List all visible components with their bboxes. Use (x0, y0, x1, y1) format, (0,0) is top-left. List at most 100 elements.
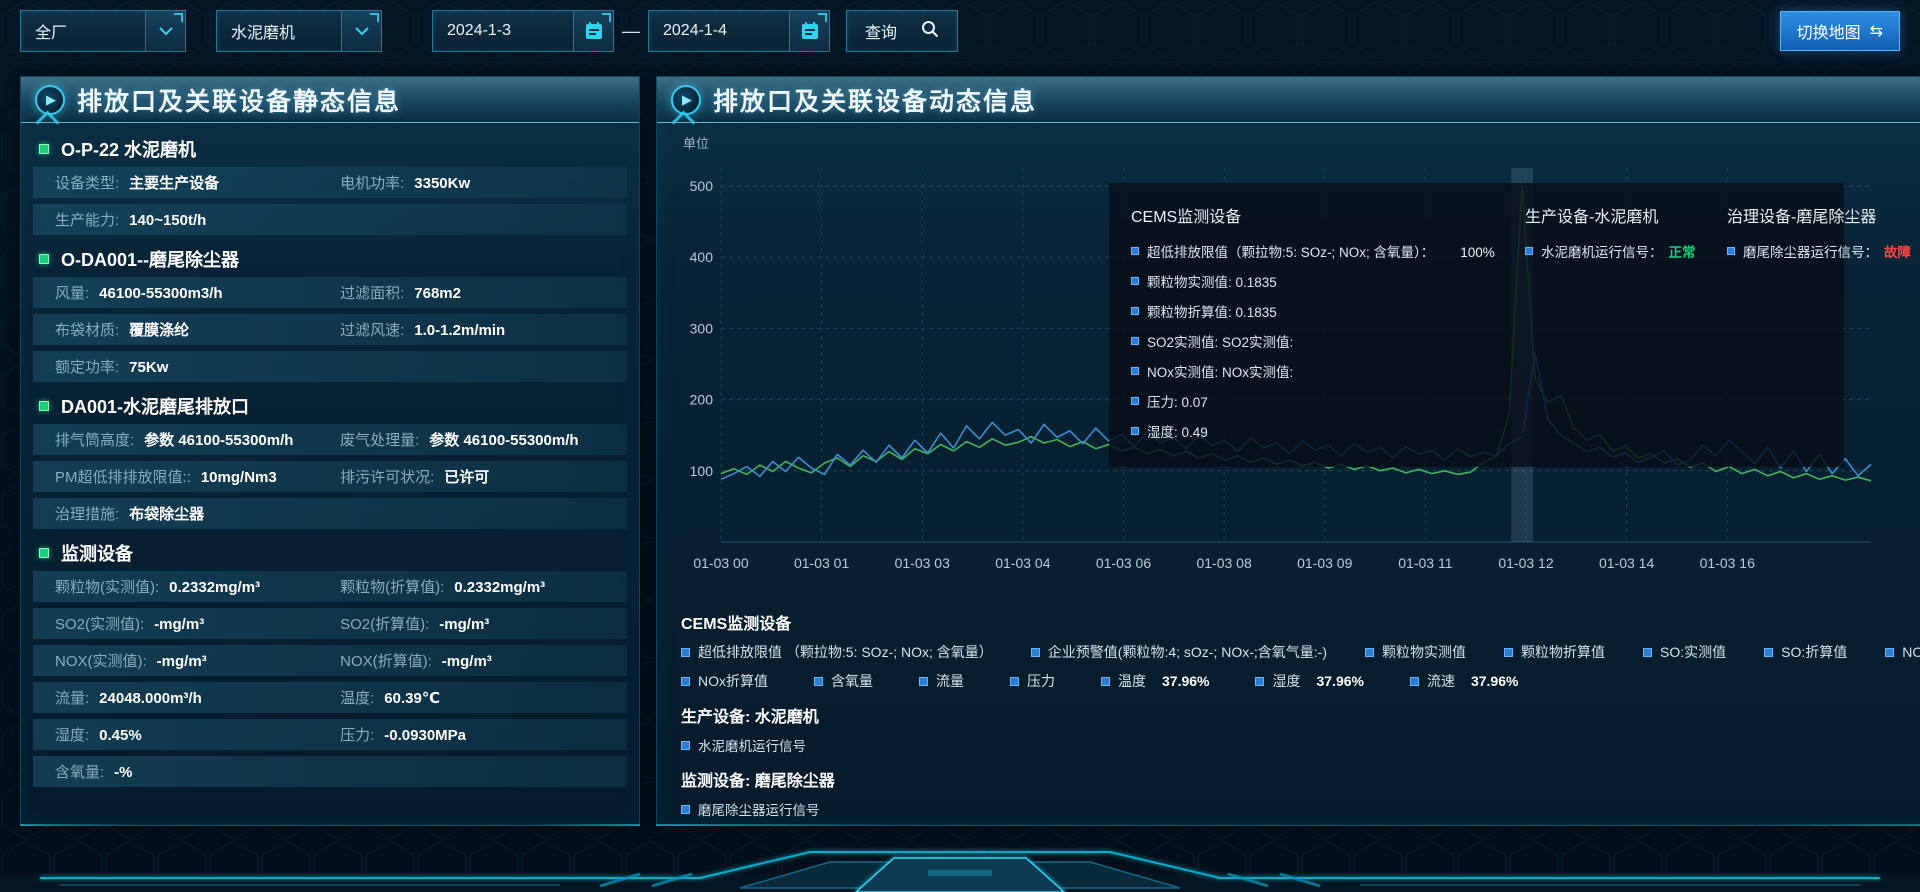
table-row: 生产能力: 140~150t/h (33, 204, 627, 235)
table-row: 布袋材质:覆膜涤纶过滤风速:1.0-1.2m/min (33, 314, 627, 345)
info-value: 0.45% (99, 727, 142, 744)
info-cell: NOX(折算值):-mg/m³ (318, 650, 627, 671)
section-title: O-DA001--磨尾除尘器 (33, 241, 627, 277)
legend-item[interactable]: 含氧量 (814, 671, 873, 691)
legend-marker-icon (681, 741, 690, 750)
legend-item-label: 温度 (1118, 671, 1146, 691)
legend-item[interactable]: 湿度37.96% (1255, 671, 1363, 691)
info-cell: 风量:46100-55300m3/h (33, 282, 318, 303)
green-square-icon (39, 144, 49, 154)
switch-map-button[interactable]: 切换地图 ⇆ (1780, 11, 1900, 51)
legend-item[interactable]: 超低排放限值 （颗拉物:5: SOz-; NOx; 含氧量） (681, 642, 993, 662)
info-value: 140~150t/h (129, 212, 206, 229)
legend-marker-icon (681, 677, 690, 686)
info-label: 湿度: (55, 724, 89, 745)
end-date-input[interactable]: 2024-1-4 (648, 10, 830, 52)
legend-cems-header: CEMS监测设备 (681, 610, 1920, 634)
dynamic-panel-title: 排放口及关联设备动态信息 (713, 82, 1037, 118)
legend-item[interactable]: NOx实测值 (1885, 642, 1920, 662)
legend-production-items: 水泥磨机运行信号 (681, 735, 1920, 755)
info-label: 含氧量: (55, 761, 104, 782)
legend-marker-icon (1885, 648, 1894, 657)
query-button[interactable]: 查询 (846, 10, 958, 52)
start-date-input[interactable]: 2024-1-3 (432, 10, 614, 52)
table-row: 额定功率:75Kw (33, 351, 627, 382)
info-value: 768m2 (414, 285, 461, 302)
y-axis-tick-label: 300 (690, 320, 714, 336)
tooltip-production-label: 水泥磨机运行信号： (1541, 241, 1663, 261)
legend-item[interactable]: 流速37.96% (1410, 671, 1518, 691)
table-row: NOX(实测值):-mg/m³NOX(折算值):-mg/m³ (33, 645, 627, 676)
table-row: 流量:24048.000m³/h温度:60.39℃ (33, 682, 627, 713)
calendar-icon[interactable] (789, 11, 829, 51)
info-label: SO2(实测值): (55, 613, 144, 634)
legend-marker-icon (919, 677, 928, 686)
tooltip-item-label: 颗粒物折算值: 0.1835 (1147, 301, 1277, 321)
legend-item-value: 37.96% (1471, 673, 1518, 689)
info-label: 排污许可状况: (340, 466, 434, 487)
chevron-down-icon[interactable] (341, 11, 381, 51)
table-row: 风量:46100-55300m3/h过滤面积:768m2 (33, 277, 627, 308)
legend-marker-icon (814, 677, 823, 686)
y-axis-unit-label: 单位 (683, 133, 1920, 152)
info-cell: 排气筒高度:参数 46100-55300m/h (33, 429, 318, 450)
legend-item[interactable]: 温度37.96% (1101, 671, 1209, 691)
table-row: 颗粒物(实测值):0.2332mg/m³颗粒物(折算值):0.2332mg/m³ (33, 571, 627, 602)
info-value: -mg/m³ (439, 616, 489, 633)
legend-item[interactable]: 企业预警值(颗粒物:4; sOz-; NOx-;含氧气量:-) (1031, 642, 1327, 662)
legend-item-label: NOx折算值 (698, 671, 768, 691)
x-axis-tick-label: 01-03 16 (1700, 555, 1755, 571)
table-row: 设备类型:主要生产设备电机功率:3350Kw (33, 167, 627, 198)
legend-item[interactable]: NOx折算值 (681, 671, 768, 691)
info-label: 设备类型: (55, 172, 119, 193)
legend-item[interactable]: SO:折算值 (1764, 642, 1847, 662)
legend-marker-icon (681, 805, 690, 814)
legend-item[interactable]: 颗粒物折算值 (1504, 642, 1605, 662)
info-cell: 布袋材质:覆膜涤纶 (33, 319, 318, 340)
tooltip-item: NOx实测值: NOx实测值: (1131, 361, 1491, 381)
tooltip-item-label: SO2实测值: SO2实测值: (1147, 331, 1293, 351)
plant-select-value: 全厂 (21, 19, 145, 43)
x-axis-tick-label: 01-03 08 (1196, 555, 1251, 571)
plant-select[interactable]: 全厂 (20, 10, 186, 52)
legend-item-label: 企业预警值(颗粒物:4; sOz-; NOx-;含氧气量:-) (1048, 642, 1327, 662)
x-axis-tick-label: 01-03 09 (1297, 555, 1352, 571)
tooltip-cems-title: CEMS监测设备 (1131, 203, 1491, 227)
info-label: 生产能力: (55, 209, 119, 230)
tooltip-item: 超低排放限值（颗拉物:5: SOz-; NOx; 含氧量）：100% (1131, 241, 1491, 261)
section-title-label: 监测设备 (61, 540, 133, 566)
legend-item[interactable]: 压力 (1010, 671, 1055, 691)
info-value: 75Kw (129, 359, 168, 376)
chevron-down-icon[interactable] (145, 11, 185, 51)
info-value: 60.39℃ (384, 689, 440, 707)
play-circle-icon: ▶ (35, 85, 65, 115)
legend-item[interactable]: 颗粒物实测值 (1365, 642, 1466, 662)
device-select[interactable]: 水泥磨机 (216, 10, 382, 52)
legend-item[interactable]: 流量 (919, 671, 964, 691)
legend-item[interactable]: SO:实测值 (1643, 642, 1726, 662)
legend-marker-icon (1365, 648, 1374, 657)
info-cell: 过滤风速:1.0-1.2m/min (318, 319, 627, 340)
legend-item-label: 含氧量 (831, 671, 873, 691)
swap-arrows-icon: ⇆ (1870, 21, 1883, 41)
legend-monitor-items: 磨尾除尘器运行信号 (681, 799, 1920, 819)
legend-signal-item[interactable]: 磨尾除尘器运行信号 (681, 799, 1920, 819)
tooltip-item: 压力: 0.07 (1131, 391, 1491, 411)
legend-row-2: NOx折算值含氧量流量压力温度37.96%湿度37.96%流速37.96% (681, 671, 1920, 691)
static-info-rows: O-P-22 水泥磨机设备类型:主要生产设备电机功率:3350Kw生产能力:14… (21, 123, 639, 787)
chart-legend: CEMS监测设备 超低排放限值 （颗拉物:5: SOz-; NOx; 含氧量） 企… (657, 604, 1920, 819)
tooltip-item-label: 压力: 0.07 (1147, 391, 1208, 411)
info-label: 排气筒高度: (55, 429, 134, 450)
query-button-label: 查询 (865, 19, 897, 43)
info-label: 治理措施: (55, 503, 119, 524)
section-title: DA001-水泥磨尾排放口 (33, 388, 627, 424)
calendar-icon[interactable] (573, 11, 613, 51)
legend-marker-icon (1010, 677, 1019, 686)
legend-signal-item[interactable]: 水泥磨机运行信号 (681, 735, 1920, 755)
info-value: 3350Kw (414, 175, 470, 192)
play-circle-icon: ▶ (671, 85, 701, 115)
tooltip-item-label: 超低排放限值（颗拉物:5: SOz-; NOx; 含氧量）： (1147, 241, 1434, 261)
info-cell: 电机功率:3350Kw (318, 172, 627, 193)
legend-marker-icon (1255, 677, 1264, 686)
legend-marker-icon (1525, 247, 1533, 255)
